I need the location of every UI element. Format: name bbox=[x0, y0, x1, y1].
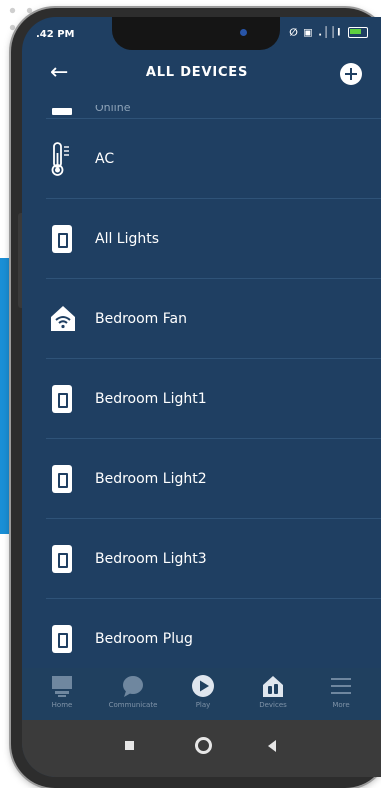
nav-label: Communicate bbox=[108, 701, 158, 709]
front-camera-icon bbox=[240, 29, 247, 36]
device-label: Bedroom Light3 bbox=[95, 551, 207, 567]
device-row-online[interactable]: Online bbox=[22, 105, 381, 119]
nav-play[interactable]: Play bbox=[168, 674, 238, 709]
device-label: Bedroom Light1 bbox=[95, 391, 207, 407]
nav-communicate[interactable]: Communicate bbox=[98, 674, 168, 709]
device-row-bedroom-fan[interactable]: Bedroom Fan bbox=[22, 279, 381, 359]
nav-devices[interactable]: Devices bbox=[238, 674, 308, 709]
device-label: Bedroom Fan bbox=[95, 311, 187, 327]
device-label: All Lights bbox=[95, 231, 160, 247]
play-icon bbox=[191, 674, 215, 698]
recents-square-icon[interactable] bbox=[125, 741, 134, 750]
bottom-nav: Home Communicate Play Devices More bbox=[22, 668, 381, 720]
device-label: AC bbox=[95, 151, 115, 167]
nav-more[interactable]: More bbox=[306, 674, 376, 709]
device-row-bedroom-plug[interactable]: Bedroom Plug bbox=[22, 599, 381, 665]
add-device-icon[interactable] bbox=[340, 63, 362, 85]
device-row-bedroom-light2[interactable]: Bedroom Light2 bbox=[22, 439, 381, 519]
switch-icon bbox=[50, 221, 74, 257]
status-indicators: ∅ ▣ .││l bbox=[289, 27, 368, 39]
switch-icon bbox=[50, 621, 74, 657]
back-triangle-icon[interactable] bbox=[268, 740, 276, 752]
home-icon bbox=[50, 674, 74, 698]
device-label: Online bbox=[95, 105, 131, 114]
battery-icon bbox=[348, 27, 368, 38]
thermometer-icon bbox=[50, 141, 74, 177]
chat-bubble-icon bbox=[121, 674, 145, 698]
nav-label: Home bbox=[51, 701, 73, 709]
devices-icon bbox=[261, 674, 285, 698]
nav-label: Devices bbox=[259, 701, 287, 709]
device-row-bedroom-light1[interactable]: Bedroom Light1 bbox=[22, 359, 381, 439]
page-title: ALL DEVICES bbox=[145, 65, 249, 80]
device-label: Bedroom Plug bbox=[95, 631, 193, 647]
wifi-home-icon bbox=[50, 301, 75, 337]
device-label: Bedroom Light2 bbox=[95, 471, 207, 487]
device-row-ac[interactable]: AC bbox=[22, 119, 381, 199]
switch-icon bbox=[50, 381, 74, 417]
switch-icon bbox=[50, 541, 74, 577]
nav-home[interactable]: Home bbox=[27, 674, 97, 709]
camera-notch bbox=[112, 17, 280, 50]
device-row-all-lights[interactable]: All Lights bbox=[22, 199, 381, 279]
phone-screen: .42 PM ∅ ▣ .││l ← ALL DEVICES Online AC … bbox=[22, 17, 381, 777]
nav-label: More bbox=[332, 701, 350, 709]
android-nav-bar bbox=[22, 720, 381, 777]
switch-icon bbox=[50, 105, 74, 117]
device-list: Online AC All Lights Bedroom Fan Bedroom… bbox=[22, 105, 381, 665]
nav-label: Play bbox=[195, 701, 211, 709]
signal-icons: ∅ ▣ .││l bbox=[289, 27, 342, 39]
switch-icon bbox=[50, 461, 74, 497]
device-row-bedroom-light3[interactable]: Bedroom Light3 bbox=[22, 519, 381, 599]
menu-icon bbox=[329, 674, 353, 698]
status-time: .42 PM bbox=[36, 29, 75, 40]
app-header: ← ALL DEVICES bbox=[22, 55, 381, 105]
home-circle-icon[interactable] bbox=[195, 737, 212, 754]
